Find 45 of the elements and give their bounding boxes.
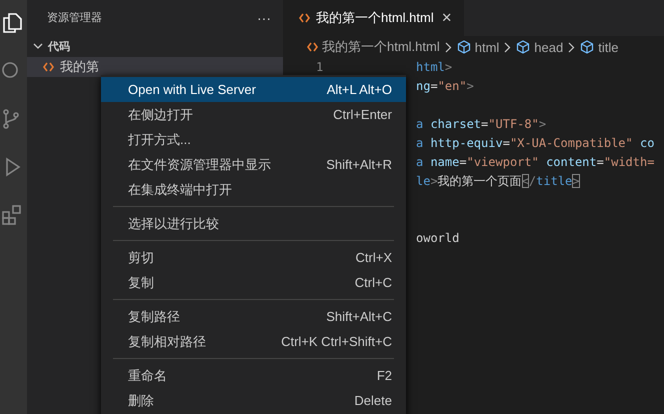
file-row[interactable]: 我的第	[27, 57, 283, 77]
code-line: html>	[416, 60, 452, 74]
menu-item[interactable]: 复制相对路径 Ctrl+K Ctrl+Shift+C	[101, 329, 406, 354]
extensions-icon	[0, 203, 24, 227]
menu-item[interactable]: 重命名 F2	[101, 363, 406, 388]
files-icon	[0, 11, 24, 35]
menu-item[interactable]: 剪切 Ctrl+X	[101, 245, 406, 270]
file-name: 我的第	[60, 58, 99, 76]
editor-tab[interactable]: 我的第一个html.html ×	[283, 0, 464, 36]
chevron-icon	[444, 42, 452, 52]
menu-item[interactable]: 选择以进行比较	[101, 211, 406, 236]
html-file-icon	[43, 62, 54, 72]
chevron-icon	[504, 42, 512, 52]
cube-icon	[456, 40, 471, 54]
breadcrumb-item[interactable]: 我的第一个html.html	[307, 38, 440, 56]
activity-item[interactable]	[0, 11, 24, 35]
chevron-icon	[33, 41, 43, 51]
html-file-icon	[307, 42, 318, 52]
menu-item[interactable]: Open with Live Server Alt+L Alt+O	[101, 77, 406, 102]
code-line: ng="en">	[416, 79, 474, 93]
menu-item[interactable]: 打开方式...	[101, 127, 406, 152]
code-line: a charset="UTF-8">	[416, 117, 546, 131]
menu-item[interactable]: 复制路径 Shift+Alt+C	[101, 304, 406, 329]
code-line: oworld	[416, 231, 460, 245]
menu-item[interactable]: 删除 Delete	[101, 388, 406, 413]
breadcrumb-item[interactable]: title	[580, 40, 618, 54]
menu-item[interactable]: 在侧边打开 Ctrl+Enter	[101, 102, 406, 127]
tab-label: 我的第一个html.html	[316, 9, 434, 27]
cube-icon	[580, 40, 594, 54]
folder-name: 代码	[48, 40, 70, 54]
more-actions-button[interactable]: ···	[257, 10, 271, 26]
chevron-icon	[568, 42, 576, 52]
explorer-title: 资源管理器	[47, 11, 102, 25]
breadcrumb-item[interactable]: html	[456, 40, 500, 54]
cube-icon	[516, 40, 530, 54]
close-button[interactable]: ×	[440, 8, 454, 28]
html-file-icon	[299, 13, 310, 23]
code-line: a http-equiv="X-UA-Compatible" co	[416, 136, 654, 150]
code-line: a name="viewport" content="width=	[416, 155, 654, 169]
menu-item[interactable]: 复制 Ctrl+C	[101, 270, 406, 295]
breadcrumb-item[interactable]: head	[516, 40, 564, 54]
line-number: 1	[316, 59, 324, 76]
folder-row[interactable]: 代码	[27, 35, 283, 57]
menu-item[interactable]: 在文件资源管理器中显示 Shift+Alt+R	[101, 152, 406, 177]
menu-item[interactable]: 在集成终端中打开	[101, 177, 406, 202]
